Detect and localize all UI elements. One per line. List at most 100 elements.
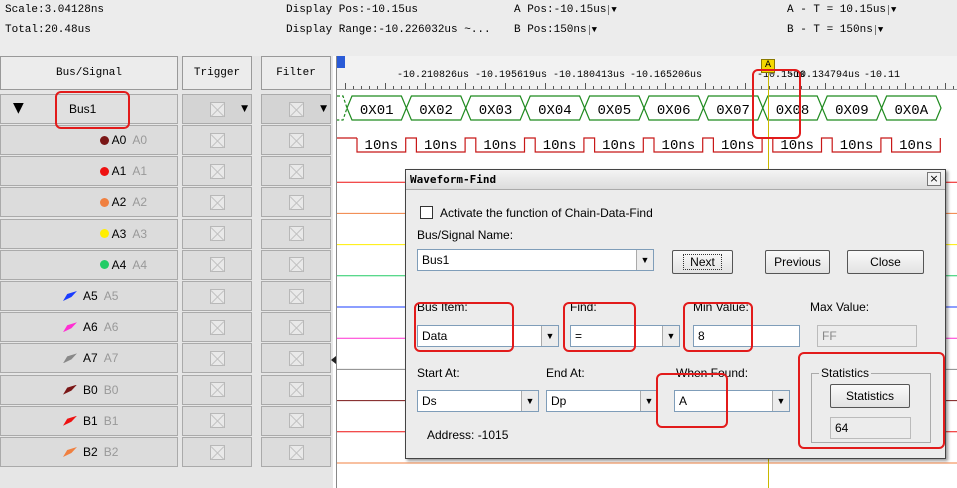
chevron-down-icon[interactable]: ▼ <box>521 391 538 411</box>
color-pen-icon[interactable] <box>63 415 77 426</box>
ruler-minor-tick <box>425 83 426 89</box>
a-minus-t-selector[interactable]: A - T = 10.15us ▼ <box>787 4 898 16</box>
ruler-minor-tick <box>609 86 610 89</box>
collapse-triangle-icon[interactable]: ▼ <box>13 100 24 116</box>
signal-filter-cell[interactable] <box>261 281 331 311</box>
signal-row[interactable]: A7 A7 <box>0 342 333 374</box>
signal-name-cell[interactable]: A1 A1 <box>0 156 178 187</box>
signal-trigger-cell[interactable] <box>182 187 252 218</box>
signal-row[interactable]: B2 B2 <box>0 436 333 467</box>
color-dot-icon[interactable] <box>99 135 109 145</box>
signal-name-cell[interactable]: A3 A3 <box>0 218 178 249</box>
end-at-select[interactable]: Dp ▼ <box>546 390 658 412</box>
bus-trigger-cell[interactable]: ▼ <box>182 94 252 124</box>
disabled-box-icon <box>209 163 225 179</box>
signal-filter-cell[interactable] <box>261 437 331 467</box>
signal-name-cell[interactable]: B2 B2 <box>0 437 178 467</box>
signal-name-cell[interactable]: A4 A4 <box>0 249 178 280</box>
ruler-minor-tick <box>433 86 434 89</box>
color-pen-icon[interactable] <box>63 447 77 457</box>
color-dot-icon[interactable] <box>99 229 109 239</box>
signal-row[interactable]: B1 B1 <box>0 405 333 436</box>
signal-name-cell[interactable]: A7 A7 <box>0 343 178 374</box>
signal-trigger-cell[interactable] <box>182 249 252 280</box>
signal-trigger-cell[interactable] <box>182 156 252 187</box>
dialog-titlebar[interactable]: Waveform-Find × <box>406 170 945 190</box>
signal-row[interactable]: B0 B0 <box>0 374 333 405</box>
signal-name-cell[interactable]: A2 A2 <box>0 187 178 218</box>
filter-header[interactable]: Filter <box>261 56 331 90</box>
bus-filter-cell[interactable]: ▼ <box>261 94 331 124</box>
ruler-minor-tick <box>697 86 698 89</box>
chevron-down-icon[interactable]: ▼ <box>320 104 327 114</box>
ruler-minor-tick <box>361 86 362 89</box>
signal-filter-cell[interactable] <box>261 374 331 405</box>
ruler-minor-tick <box>553 86 554 89</box>
signal-filter-cell[interactable] <box>261 125 331 155</box>
disabled-box-icon <box>288 382 304 398</box>
disabled-box-icon <box>288 226 304 242</box>
ruler-minor-tick <box>841 86 842 89</box>
signal-row[interactable]: A1 A1 <box>0 155 333 187</box>
signal-name-cell[interactable]: B1 B1 <box>0 405 178 436</box>
bus-signal-header[interactable]: Bus/Signal <box>0 56 178 90</box>
b-pos-selector[interactable]: B Pos:150ns ▼ <box>514 24 599 36</box>
bus-row[interactable]: ▼ Bus1 ▼ ▼ <box>0 93 333 124</box>
ruler-minor-tick <box>497 86 498 89</box>
signal-trigger-cell[interactable] <box>182 281 252 311</box>
ruler-tick-label: -10.165206us <box>630 70 703 81</box>
signal-row[interactable]: A2 A2 <box>0 186 333 218</box>
chevron-down-icon[interactable]: ▼ <box>636 250 653 270</box>
signal-filter-cell[interactable] <box>261 156 331 187</box>
signal-filter-cell[interactable] <box>261 312 331 343</box>
time-ruler[interactable]: -10.210826us -10.195619us -10.180413us -10.… <box>337 56 957 90</box>
a-pos-selector[interactable]: A Pos:-10.15us ▼ <box>514 4 618 16</box>
ruler-minor-tick <box>625 83 626 89</box>
chevron-down-icon[interactable]: ▼ <box>541 326 558 346</box>
signal-name-cell[interactable]: A6 A6 <box>0 312 178 343</box>
signal-filter-cell[interactable] <box>261 249 331 280</box>
signal-row[interactable]: A4 A4 <box>0 249 333 280</box>
signal-filter-cell[interactable] <box>261 405 331 436</box>
previous-button[interactable]: Previous <box>765 250 830 274</box>
color-dot-icon[interactable] <box>99 166 109 176</box>
chevron-down-icon[interactable]: ▼ <box>662 326 679 346</box>
signal-filter-cell[interactable] <box>261 187 331 218</box>
color-dot-icon[interactable] <box>99 260 109 270</box>
bus-value-label: 0X09 <box>835 103 869 119</box>
signal-trigger-cell[interactable] <box>182 125 252 155</box>
color-dot-icon[interactable] <box>99 197 109 207</box>
trigger-header[interactable]: Trigger <box>182 56 252 90</box>
color-pen-icon[interactable] <box>63 322 77 333</box>
signal-trigger-cell[interactable] <box>182 374 252 405</box>
signal-name-cell[interactable]: A5 A5 <box>0 281 178 311</box>
signal-filter-cell[interactable] <box>261 218 331 249</box>
chain-find-checkbox[interactable] <box>420 206 433 219</box>
signal-trigger-cell[interactable] <box>182 437 252 467</box>
signal-trigger-cell[interactable] <box>182 312 252 343</box>
signal-row[interactable]: A0 A0 <box>0 124 333 155</box>
signal-name-cell[interactable]: B0 B0 <box>0 374 178 405</box>
signal-trigger-cell[interactable] <box>182 343 252 374</box>
color-pen-icon[interactable] <box>63 384 77 395</box>
close-icon[interactable]: × <box>927 172 941 186</box>
signal-trigger-cell[interactable] <box>182 405 252 436</box>
bus-signal-select[interactable]: Bus1 ▼ <box>417 249 654 271</box>
ruler-tick-label: -10.210826us <box>397 70 470 81</box>
color-pen-icon[interactable] <box>63 291 77 301</box>
signal-filter-cell[interactable] <box>261 343 331 374</box>
signal-trigger-cell[interactable] <box>182 218 252 249</box>
signal-row[interactable]: A6 A6 <box>0 311 333 343</box>
color-pen-icon[interactable] <box>63 353 77 364</box>
start-at-select[interactable]: Ds ▼ <box>417 390 539 412</box>
chevron-down-icon[interactable]: ▼ <box>772 391 789 411</box>
chevron-down-icon[interactable]: ▼ <box>640 391 657 411</box>
signal-row[interactable]: A5 A5 <box>0 280 333 311</box>
splitter-arrow-icon[interactable] <box>331 356 336 364</box>
chevron-down-icon[interactable]: ▼ <box>241 104 248 114</box>
signal-row[interactable]: A3 A3 <box>0 218 333 249</box>
close-button[interactable]: Close <box>847 250 924 274</box>
b-minus-t-selector[interactable]: B - T = 150ns ▼ <box>787 24 885 36</box>
next-button[interactable]: Next <box>672 250 733 274</box>
signal-name-cell[interactable]: A0 A0 <box>0 125 178 155</box>
